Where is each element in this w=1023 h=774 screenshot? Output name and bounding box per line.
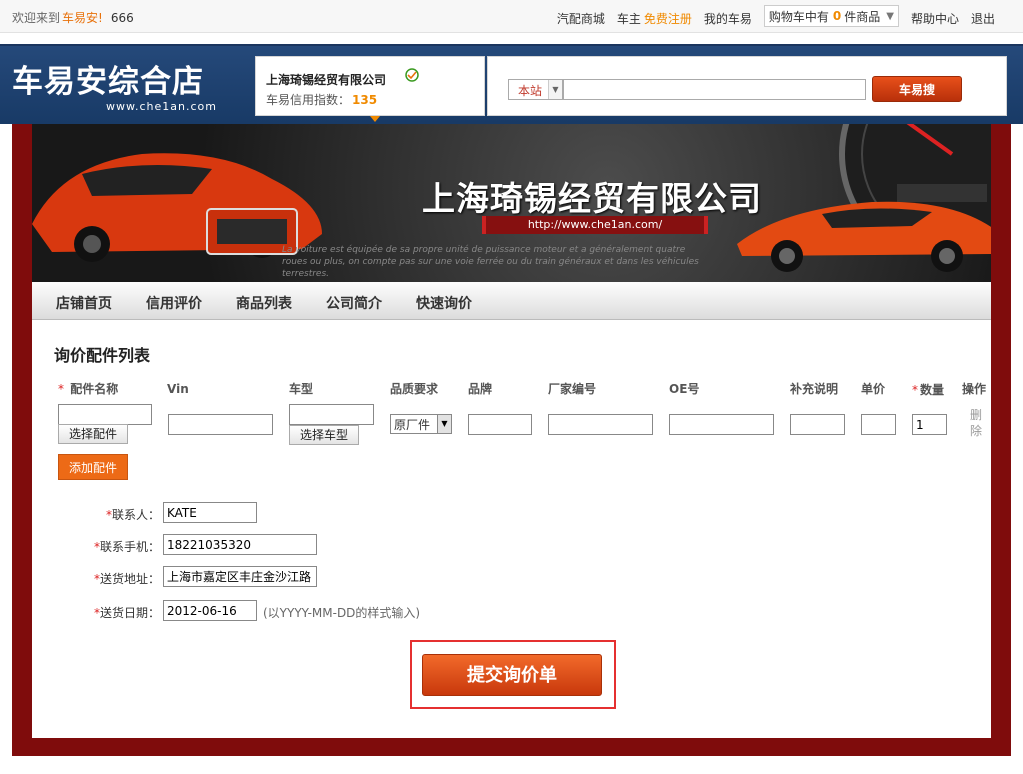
remark-input[interactable] xyxy=(790,414,845,435)
maker-no-input[interactable] xyxy=(548,414,653,435)
part-name-input[interactable] xyxy=(58,404,152,425)
select-model-button[interactable]: 选择车型 xyxy=(289,425,359,445)
quality-select[interactable]: 原厂件 ▼ xyxy=(390,414,452,434)
submit-inquiry-button[interactable]: 提交询价单 xyxy=(422,654,602,696)
welcome-text: 欢迎来到 xyxy=(12,11,61,25)
contact-label-text: 联系人： xyxy=(111,508,160,522)
address-input[interactable] xyxy=(163,566,317,587)
site-header: 车易安综合店 www.che1an.com 上海琦锡经贸有限公司 车易信用指数：… xyxy=(0,44,1023,124)
brand-link[interactable]: 车易安! xyxy=(62,11,103,25)
credit-value: 135 xyxy=(352,93,378,107)
vin-input[interactable] xyxy=(168,414,273,435)
search-scope-value: 本站 xyxy=(518,84,543,98)
required-mark: * xyxy=(58,382,64,396)
qty-input[interactable] xyxy=(912,414,947,435)
search-scope-select[interactable]: 本站 ▼ xyxy=(508,79,563,100)
car-owner-label: 车主 xyxy=(616,11,641,26)
col-action: 操作 xyxy=(962,382,987,396)
contact-label: *联系人： xyxy=(50,506,160,523)
phone-label: *联系手机： xyxy=(50,538,160,555)
shop-frame: 上海琦锡经贸有限公司 http://www.che1an.com/ La voi… xyxy=(12,124,1011,756)
date-label: *送货日期： xyxy=(50,604,160,621)
cart-count: 0 xyxy=(832,9,842,23)
nav-item-home[interactable]: 店铺首页 xyxy=(56,293,112,313)
date-hint: (以YYYY-MM-DD的样式输入) xyxy=(263,606,421,620)
address-label: *送货地址： xyxy=(50,570,160,587)
shop-banner: 上海琦锡经贸有限公司 http://www.che1an.com/ La voi… xyxy=(32,124,991,282)
banner-tagline: La voiture est équipée de sa propre unit… xyxy=(282,245,699,279)
cart-suffix: 件商品 xyxy=(844,9,881,24)
logout-link[interactable]: 退出 xyxy=(971,10,995,27)
date-label-text: 送货日期： xyxy=(99,606,160,620)
nav-item-about[interactable]: 公司简介 xyxy=(326,293,382,313)
date-input[interactable] xyxy=(163,600,257,621)
col-part-name-label: 配件名称 xyxy=(70,382,119,396)
col-quality: 品质要求 xyxy=(390,382,439,396)
col-qty-label: 数量 xyxy=(920,383,945,397)
nav-item-products[interactable]: 商品列表 xyxy=(236,293,292,313)
phone-label-text: 联系手机： xyxy=(99,540,160,554)
oe-input[interactable] xyxy=(669,414,774,435)
search-area: 本站 ▼ 车易搜 xyxy=(487,56,1007,116)
search-input[interactable] xyxy=(563,79,866,100)
col-part-name: * 配件名称 xyxy=(58,380,118,397)
shop-content: 上海琦锡经贸有限公司 http://www.che1an.com/ La voi… xyxy=(32,124,991,738)
add-part-button[interactable]: 添加配件 xyxy=(58,454,128,480)
welcome-area: 欢迎来到 车易安! 666 xyxy=(12,9,134,26)
chevron-down-icon: ▼ xyxy=(886,10,894,22)
quality-value: 原厂件 xyxy=(394,418,431,432)
submit-highlight: 提交询价单 xyxy=(410,640,616,709)
pointer-icon xyxy=(370,116,380,122)
col-vin: Vin xyxy=(167,382,189,396)
chevron-down-icon: ▼ xyxy=(437,415,451,433)
search-button[interactable]: 车易搜 xyxy=(872,76,962,102)
inquiry-title: 询价配件列表 xyxy=(54,346,151,365)
username[interactable]: 666 xyxy=(111,11,134,25)
col-remark: 补充说明 xyxy=(790,382,839,396)
top-bar: 欢迎来到 车易安! 666 汽配商城 车主 免费注册 我的车易 购物车中有 0 件商品 ▼… xyxy=(0,0,1023,33)
parts-mall-link[interactable]: 汽配商城 xyxy=(557,10,605,27)
top-links: 汽配商城 车主 免费注册 我的车易 购物车中有 0 件商品 ▼ 帮助中心 退出 xyxy=(545,5,995,27)
logo-main: 车易安综合店 xyxy=(12,64,204,100)
logo-url: www.che1an.com xyxy=(106,100,217,113)
address-label-text: 送货地址： xyxy=(99,572,160,586)
cart-dropdown[interactable]: 购物车中有 0 件商品 ▼ xyxy=(763,5,899,27)
nav-item-reviews[interactable]: 信用评价 xyxy=(146,293,202,313)
phone-input[interactable] xyxy=(163,534,317,555)
banner-url: http://www.che1an.com/ xyxy=(482,216,708,234)
col-oe: OE号 xyxy=(669,382,700,396)
credit-label: 车易信用指数： xyxy=(266,93,351,107)
verified-badge-icon xyxy=(404,68,420,82)
delete-row-button[interactable]: 删除 xyxy=(970,407,986,439)
col-model: 车型 xyxy=(289,382,314,396)
register-link[interactable]: 免费注册 xyxy=(644,10,692,27)
banner-title: 上海琦锡经贸有限公司 xyxy=(422,179,762,218)
col-qty: * 数量 xyxy=(912,381,944,398)
select-part-button[interactable]: 选择配件 xyxy=(58,424,128,444)
credit-index: 车易信用指数： 135 xyxy=(266,91,377,108)
required-mark: * xyxy=(912,383,918,397)
col-price: 单价 xyxy=(861,382,886,396)
company-name[interactable]: 上海琦锡经贸有限公司 xyxy=(266,71,386,88)
shop-nav: 店铺首页 信用评价 商品列表 公司简介 快速询价 xyxy=(32,282,991,320)
contact-input[interactable] xyxy=(163,502,257,523)
company-card: 上海琦锡经贸有限公司 车易信用指数： 135 xyxy=(255,56,485,122)
sports-car-side-image xyxy=(737,201,991,272)
col-brand: 品牌 xyxy=(468,382,493,396)
price-input[interactable] xyxy=(861,414,896,435)
brand-input[interactable] xyxy=(468,414,532,435)
my-account-link[interactable]: 我的车易 xyxy=(704,10,752,27)
site-logo[interactable]: 车易安综合店 www.che1an.com xyxy=(12,56,216,113)
nav-item-quick-inquiry[interactable]: 快速询价 xyxy=(416,293,472,313)
cart-prefix: 购物车中有 xyxy=(768,9,829,24)
help-center-link[interactable]: 帮助中心 xyxy=(911,10,959,27)
col-maker-no: 厂家编号 xyxy=(548,382,597,396)
chevron-down-icon: ▼ xyxy=(548,80,562,99)
model-input[interactable] xyxy=(289,404,374,425)
